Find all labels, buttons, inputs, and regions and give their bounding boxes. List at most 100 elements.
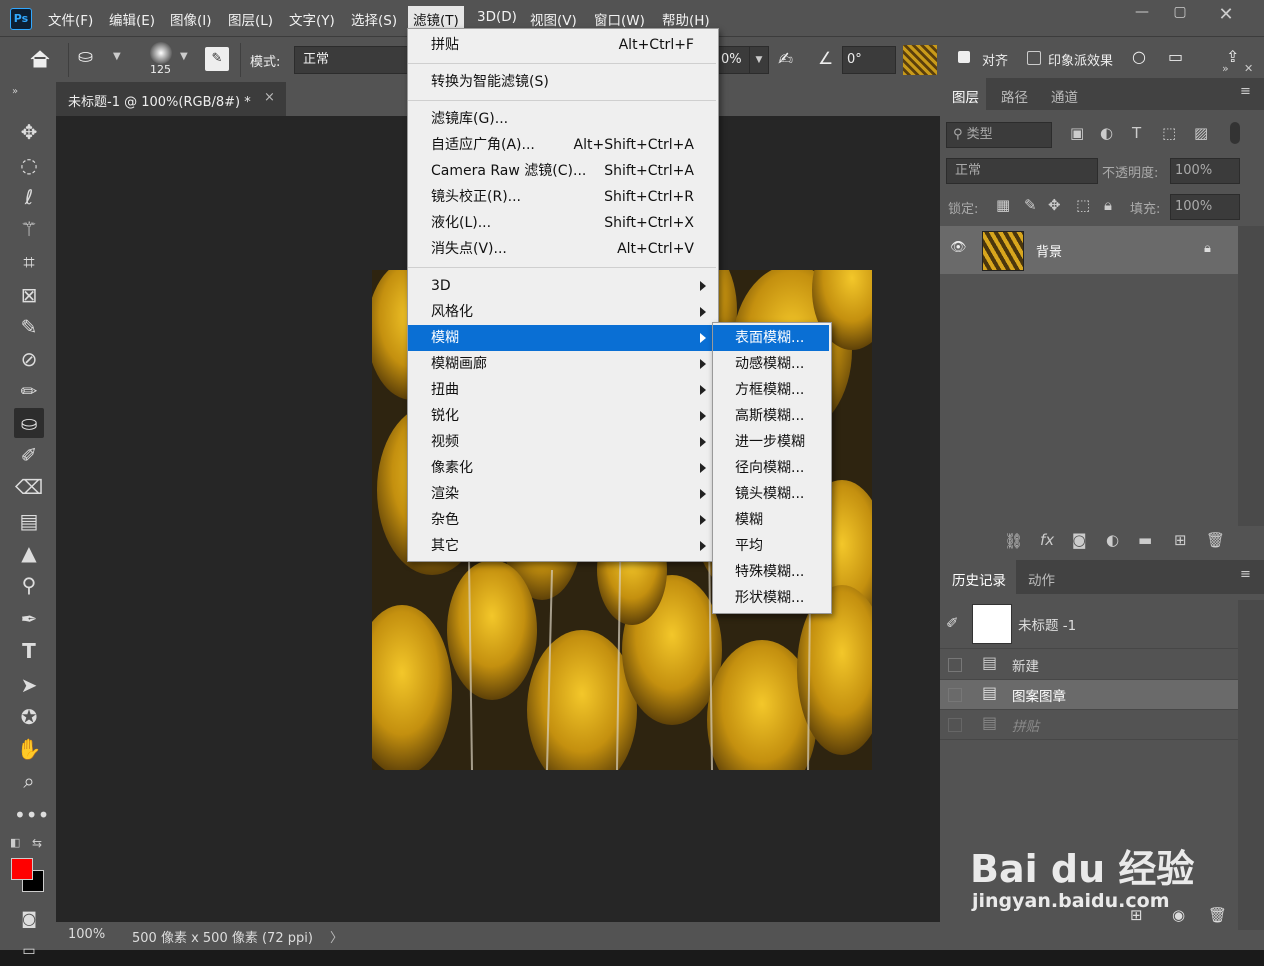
tab-channels[interactable]: 通道 — [1051, 86, 1078, 106]
new-layer-icon[interactable]: ⊞ — [1174, 531, 1187, 549]
impression-checkbox[interactable] — [1027, 51, 1041, 65]
marquee-icon[interactable]: ◌ — [14, 150, 44, 180]
tab-history[interactable]: 历史记录 — [952, 569, 1006, 589]
screen-mode-icon[interactable]: ▭ — [14, 936, 44, 966]
blur-submenu-item[interactable]: 表面模糊... — [713, 325, 829, 351]
fx-icon[interactable]: fx — [1040, 531, 1054, 549]
blur-submenu-item[interactable]: 高斯模糊... — [713, 403, 829, 429]
document-tab[interactable]: 未标题-1 @ 100%(RGB/8#) * × — [56, 82, 286, 116]
tab-actions[interactable]: 动作 — [1028, 569, 1055, 589]
menu-3d[interactable]: 3D(D) — [477, 9, 517, 25]
status-menu-icon[interactable]: 〉 — [330, 927, 343, 946]
gradient-icon[interactable]: ▤ — [14, 506, 44, 536]
blur-submenu-item[interactable]: 进一步模糊 — [713, 429, 829, 455]
blur-submenu-item[interactable]: 模糊 — [713, 507, 829, 533]
snapshot-camera-icon[interactable]: ◉ — [1172, 906, 1185, 924]
filter-menu-item[interactable]: 液化(L)... Shift+Ctrl+X — [408, 210, 716, 236]
image-filter-icon[interactable]: ▣ — [1070, 124, 1084, 142]
adjustment-filter-icon[interactable]: ◐ — [1100, 124, 1113, 142]
group-folder-icon[interactable]: ▬ — [1138, 531, 1152, 549]
brush-preview-icon[interactable] — [150, 42, 172, 64]
more-tools-icon[interactable]: ••• — [14, 800, 49, 830]
adjustment-layer-icon[interactable]: ◐ — [1106, 531, 1119, 549]
history-brush-icon[interactable]: ✐ — [14, 440, 44, 470]
lasso-icon[interactable]: ℓ — [14, 182, 44, 212]
menu-window[interactable]: 窗口(W) — [594, 9, 645, 29]
history-step-undone[interactable]: ▤ 拼贴 — [940, 710, 1238, 740]
filter-menu-item[interactable]: 像素化 — [408, 455, 716, 481]
blur-submenu-item[interactable]: 方框模糊... — [713, 377, 829, 403]
blur-submenu-item[interactable]: 镜头模糊... — [713, 481, 829, 507]
history-snapshot[interactable]: ✐ 未标题 -1 — [940, 600, 1238, 649]
lock-artboard-icon[interactable]: ⬚ — [1076, 196, 1090, 214]
clone-stamp-icon[interactable]: ⛀ — [14, 408, 44, 438]
filter-menu-item[interactable]: 3D — [408, 273, 716, 299]
menu-help[interactable]: 帮助(H) — [662, 9, 710, 29]
brush-settings-icon[interactable]: ✎ — [205, 47, 229, 71]
eraser-icon[interactable]: ⌫ — [14, 472, 44, 502]
history-step[interactable]: ▤ 新建 — [940, 650, 1238, 680]
opacity-input[interactable]: 100% — [1170, 158, 1240, 184]
hand-icon[interactable]: ✋ — [14, 734, 44, 764]
blend-mode-select[interactable]: 正常 — [946, 158, 1098, 184]
filter-menu-item[interactable]: 渲染 — [408, 481, 716, 507]
lock-all-icon[interactable]: 🔒︎ — [1104, 196, 1112, 214]
align-checkbox[interactable] — [958, 51, 970, 63]
blur-submenu-item[interactable]: 径向模糊... — [713, 455, 829, 481]
delete-state-icon[interactable]: 🗑︎ — [1208, 906, 1227, 924]
blur-submenu-item[interactable]: 形状模糊... — [713, 585, 829, 611]
panel-menu-icon[interactable]: ≡ — [1240, 84, 1251, 99]
layer-row[interactable]: 👁︎ 背景 🔒︎ — [940, 226, 1238, 274]
filter-menu-item[interactable]: 模糊画廊 — [408, 351, 716, 377]
foreground-color-swatch[interactable] — [11, 858, 33, 880]
menu-file[interactable]: 文件(F) — [48, 9, 93, 29]
lock-transparent-icon[interactable]: ▦ — [996, 196, 1010, 214]
crop-icon[interactable]: ⌗ — [14, 247, 44, 277]
search-icon[interactable]: ○ — [1132, 47, 1146, 66]
eyedropper-icon[interactable]: ✎ — [14, 312, 44, 342]
blur-submenu-item[interactable]: 动感模糊... — [713, 351, 829, 377]
filter-menu-item[interactable]: 模糊 — [408, 325, 716, 351]
layer-filter-select[interactable]: ⚲ 类型 — [946, 122, 1052, 148]
panel-menu-icon[interactable]: ≡ — [1240, 567, 1251, 582]
delete-layer-icon[interactable]: 🗑︎ — [1206, 531, 1225, 549]
smart-object-filter-icon[interactable]: ▨ — [1194, 124, 1208, 142]
history-brush-source-icon[interactable]: ✐ — [946, 614, 959, 632]
filter-menu-item[interactable]: 杂色 — [408, 507, 716, 533]
default-colors-icon[interactable]: ◧ — [10, 836, 20, 849]
eye-icon[interactable]: 👁︎ — [950, 240, 967, 255]
blur-tool-icon[interactable]: ▲ — [14, 538, 44, 568]
history-source-checkbox[interactable] — [948, 688, 962, 702]
menu-layer[interactable]: 图层(L) — [228, 9, 273, 29]
chevron-down-icon[interactable]: ▼ — [113, 51, 121, 62]
filter-toggle[interactable] — [1230, 122, 1240, 144]
filter-menu-item[interactable]: 转换为智能滤镜(S) — [408, 69, 716, 95]
mode-select[interactable]: 正常 — [294, 46, 416, 74]
filter-menu-item[interactable]: 视频 — [408, 429, 716, 455]
menu-edit[interactable]: 编辑(E) — [109, 9, 155, 29]
filter-menu-item[interactable]: 其它 — [408, 533, 716, 559]
zoom-icon[interactable]: ⌕ — [14, 766, 44, 796]
restore-icon[interactable]: ▢ — [1164, 4, 1196, 24]
opacity-partial[interactable]: 0% — [718, 46, 752, 74]
filter-menu-item[interactable]: 自适应广角(A)... Alt+Shift+Ctrl+A — [408, 132, 716, 158]
filter-menu-item[interactable]: 镜头校正(R)... Shift+Ctrl+R — [408, 184, 716, 210]
home-icon[interactable] — [28, 47, 52, 71]
workspace-icon[interactable]: ▭ — [1168, 47, 1183, 66]
chevron-down-icon[interactable]: ▼ — [180, 51, 188, 62]
history-source-checkbox[interactable] — [948, 658, 962, 672]
shape-icon[interactable]: ✪ — [14, 702, 44, 732]
filter-menu-item[interactable]: Camera Raw 滤镜(C)... Shift+Ctrl+A — [408, 158, 716, 184]
dodge-icon[interactable]: ⚲ — [14, 570, 44, 600]
pen-icon[interactable]: ✒ — [14, 604, 44, 634]
frame-icon[interactable]: ⊠ — [14, 280, 44, 310]
filter-menu-item[interactable]: 锐化 — [408, 403, 716, 429]
chevron-down-icon[interactable]: ▼ — [749, 46, 769, 74]
filter-menu-item[interactable]: 风格化 — [408, 299, 716, 325]
layers-scrollbar[interactable] — [1238, 226, 1264, 526]
history-step-current[interactable]: ▤ 图案图章 — [940, 680, 1238, 710]
collapse-icon[interactable]: » — [12, 86, 18, 97]
filter-menu-item[interactable]: 滤镜库(G)... — [408, 106, 716, 132]
tab-layers[interactable]: 图层 — [952, 86, 979, 106]
menu-view[interactable]: 视图(V) — [530, 9, 577, 29]
